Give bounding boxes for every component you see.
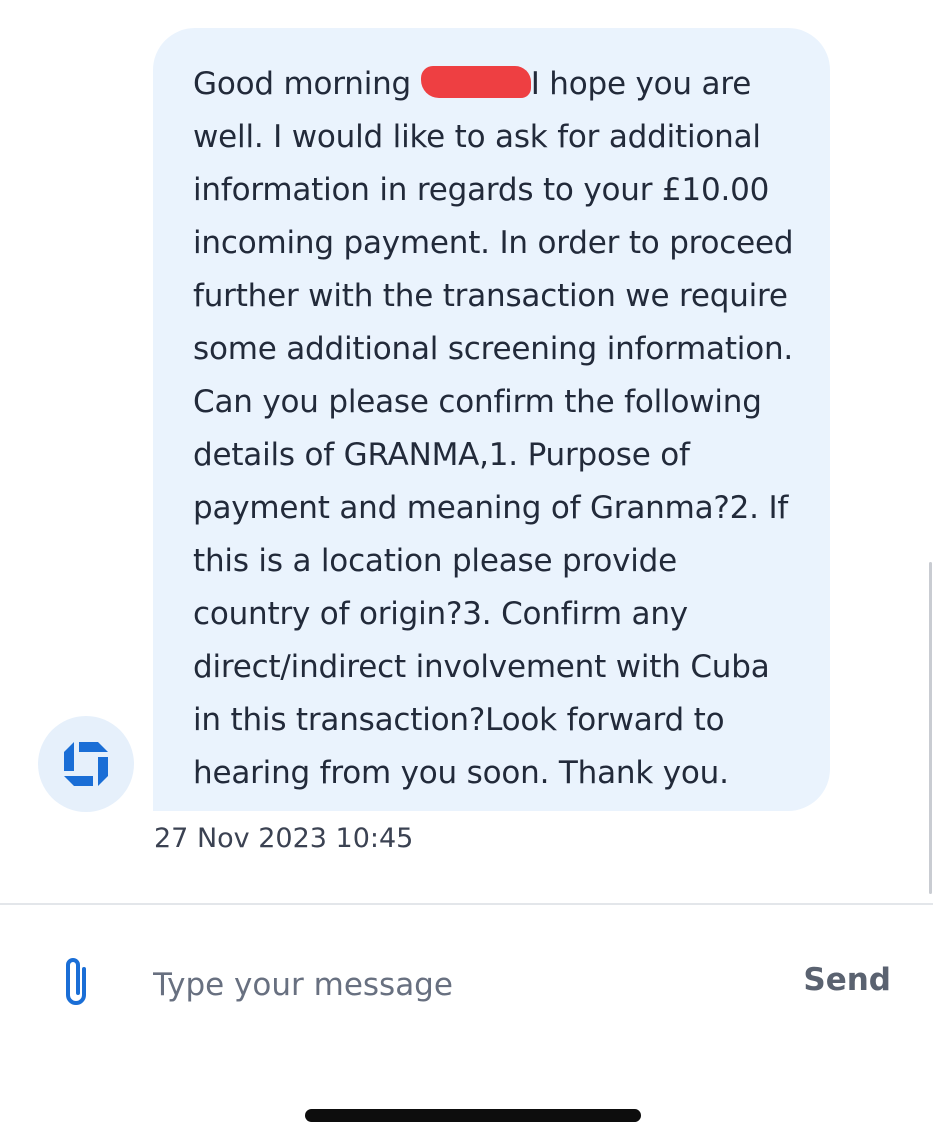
- paperclip-icon: [66, 958, 86, 1005]
- message-bubble: Good morning I hope you are well. I woul…: [153, 28, 830, 811]
- message-timestamp: 27 Nov 2023 10:45: [154, 823, 414, 854]
- message-text-rest: I hope you are well. I would like to ask…: [193, 66, 794, 791]
- sender-avatar: [38, 716, 134, 812]
- message-input[interactable]: [153, 960, 753, 1010]
- message-text: Good morning I hope you are well. I woul…: [193, 58, 800, 800]
- bank-logo-icon: [64, 742, 108, 786]
- scroll-indicator[interactable]: [929, 562, 932, 894]
- redaction-mark: [420, 66, 531, 98]
- home-indicator: [305, 1109, 641, 1122]
- message-text-start: Good morning: [193, 66, 421, 102]
- composer-divider: [0, 903, 933, 905]
- send-button[interactable]: Send: [803, 962, 891, 998]
- attach-button[interactable]: [56, 955, 96, 1011]
